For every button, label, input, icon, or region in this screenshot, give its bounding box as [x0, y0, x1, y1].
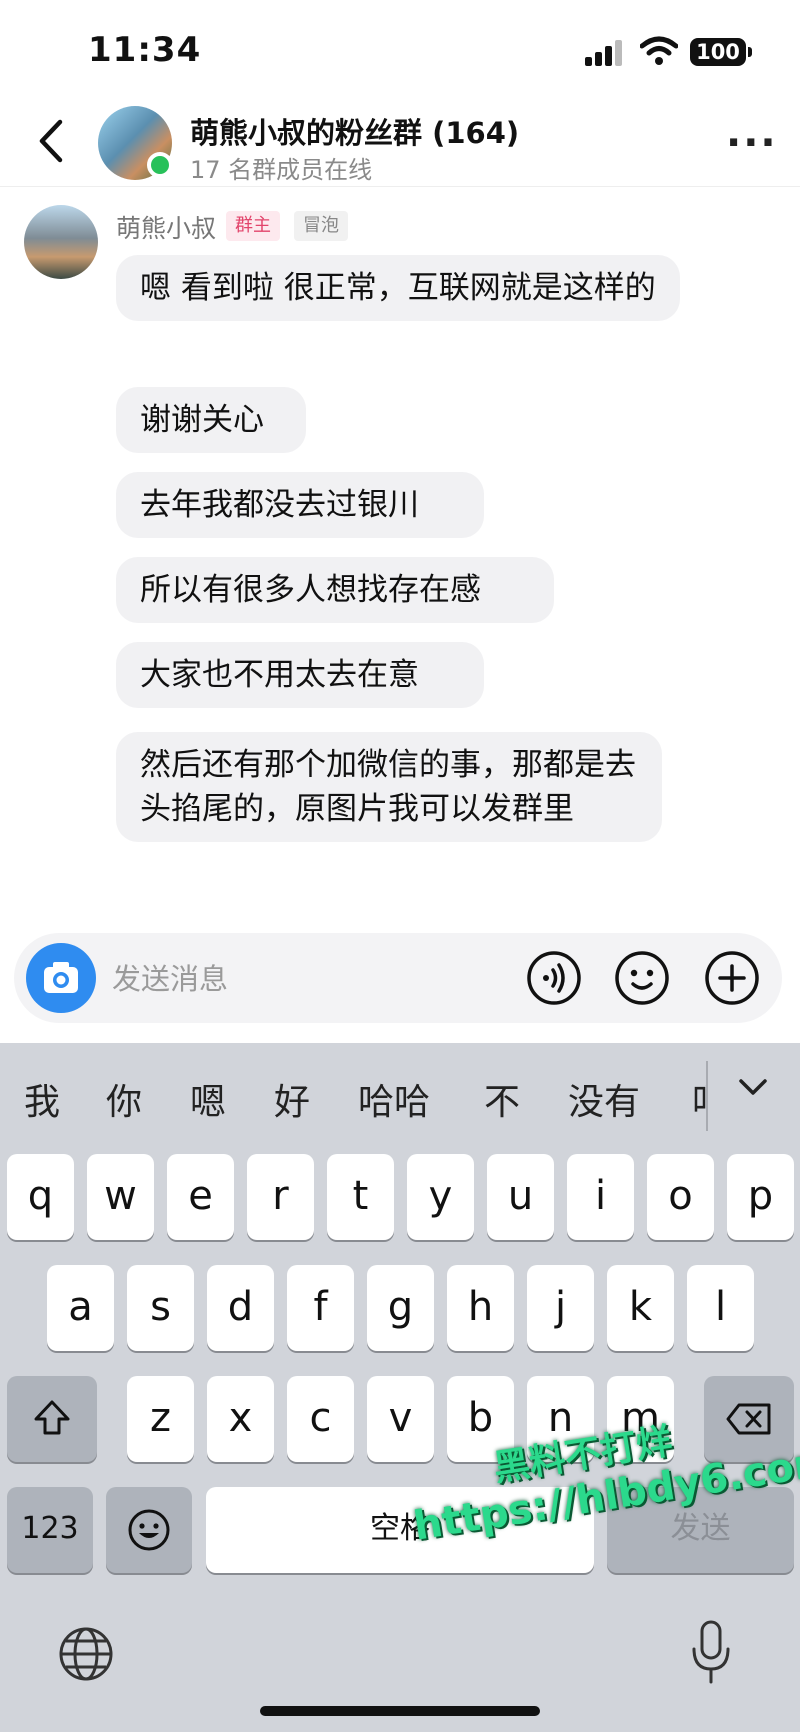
chevron-down-icon[interactable] — [738, 1077, 768, 1097]
numbers-key[interactable]: 123 — [7, 1487, 93, 1573]
key-f[interactable]: f — [287, 1265, 354, 1351]
key-s[interactable]: s — [127, 1265, 194, 1351]
key-u[interactable]: u — [487, 1154, 554, 1240]
key-o[interactable]: o — [647, 1154, 714, 1240]
key-v[interactable]: v — [367, 1376, 434, 1462]
voice-icon[interactable] — [526, 950, 582, 1006]
key-h[interactable]: h — [447, 1265, 514, 1351]
group-title[interactable]: 萌熊小叔的粉丝群 (164) — [190, 110, 519, 152]
cellular-signal-icon — [585, 40, 625, 66]
candidate-divider — [706, 1061, 708, 1131]
message-bubble[interactable]: 去年我都没去过银川 — [116, 472, 484, 538]
key-r[interactable]: r — [247, 1154, 314, 1240]
candidate-word[interactable]: 嗯 — [190, 1073, 226, 1125]
message-input-bar: 发送消息 — [14, 933, 782, 1023]
status-time: 11:34 — [88, 30, 202, 70]
more-options-icon[interactable]: ··· — [726, 123, 778, 163]
key-y[interactable]: y — [407, 1154, 474, 1240]
key-d[interactable]: d — [207, 1265, 274, 1351]
back-arrow-icon[interactable] — [32, 118, 72, 164]
emoji-key[interactable] — [106, 1487, 192, 1573]
status-bar: 11:34 100 — [0, 0, 800, 100]
message-bubble[interactable]: 大家也不用太去在意 — [116, 642, 484, 708]
online-status-dot — [147, 152, 173, 178]
microphone-icon[interactable] — [690, 1619, 732, 1685]
message-bubble[interactable]: 所以有很多人想找存在感 — [116, 557, 554, 623]
candidate-bar: 我 你 嗯 好 哈哈 不 没有 吖 — [0, 1043, 800, 1151]
battery-indicator: 100 — [690, 38, 752, 66]
key-c[interactable]: c — [287, 1376, 354, 1462]
sender-name[interactable]: 萌熊小叔 — [116, 209, 216, 245]
message-bubble[interactable]: 然后还有那个加微信的事，那都是去头掐尾的，原图片我可以发群里 — [116, 732, 662, 842]
online-members-count: 17 名群成员在线 — [190, 156, 373, 184]
candidate-word[interactable]: 你 — [106, 1073, 142, 1125]
plus-icon[interactable] — [704, 950, 760, 1006]
key-e[interactable]: e — [167, 1154, 234, 1240]
owner-badge: 群主 — [226, 211, 280, 241]
message-list: 萌熊小叔 群主 冒泡 嗯 看到啦 很正常，互联网就是这样的 谢谢关心 去年我都没… — [0, 187, 800, 927]
key-z[interactable]: z — [127, 1376, 194, 1462]
wifi-icon — [640, 36, 678, 65]
globe-icon[interactable] — [58, 1626, 114, 1682]
candidate-word[interactable]: 好 — [274, 1073, 310, 1125]
camera-icon[interactable] — [26, 943, 96, 1013]
key-q[interactable]: q — [7, 1154, 74, 1240]
key-p[interactable]: p — [727, 1154, 794, 1240]
key-w[interactable]: w — [87, 1154, 154, 1240]
key-k[interactable]: k — [607, 1265, 674, 1351]
emoji-keyboard-icon — [128, 1509, 170, 1551]
key-a[interactable]: a — [47, 1265, 114, 1351]
message-input[interactable]: 发送消息 — [112, 956, 228, 998]
candidate-word[interactable]: 哈哈 — [358, 1073, 430, 1125]
shift-arrow-icon — [34, 1400, 70, 1435]
message-bubble[interactable]: 嗯 看到啦 很正常，互联网就是这样的 — [116, 255, 680, 321]
shift-key[interactable] — [7, 1376, 97, 1462]
key-g[interactable]: g — [367, 1265, 434, 1351]
candidate-word[interactable]: 吖 — [692, 1073, 706, 1125]
candidate-word[interactable]: 没有 — [568, 1073, 640, 1125]
sender-avatar[interactable] — [24, 205, 98, 279]
key-x[interactable]: x — [207, 1376, 274, 1462]
key-j[interactable]: j — [527, 1265, 594, 1351]
candidate-word[interactable]: 不 — [484, 1073, 520, 1125]
active-badge: 冒泡 — [294, 211, 348, 241]
keyboard: 我 你 嗯 好 哈哈 不 没有 吖 q w e r t y u i o p a … — [0, 1043, 800, 1732]
key-t[interactable]: t — [327, 1154, 394, 1240]
key-l[interactable]: l — [687, 1265, 754, 1351]
home-indicator — [260, 1706, 540, 1716]
emoji-icon[interactable] — [614, 950, 670, 1006]
chat-header: 萌熊小叔的粉丝群 (164) 17 名群成员在线 ··· — [0, 100, 800, 187]
key-i[interactable]: i — [567, 1154, 634, 1240]
message-bubble[interactable]: 谢谢关心 — [116, 387, 306, 453]
candidate-word[interactable]: 我 — [24, 1073, 60, 1125]
